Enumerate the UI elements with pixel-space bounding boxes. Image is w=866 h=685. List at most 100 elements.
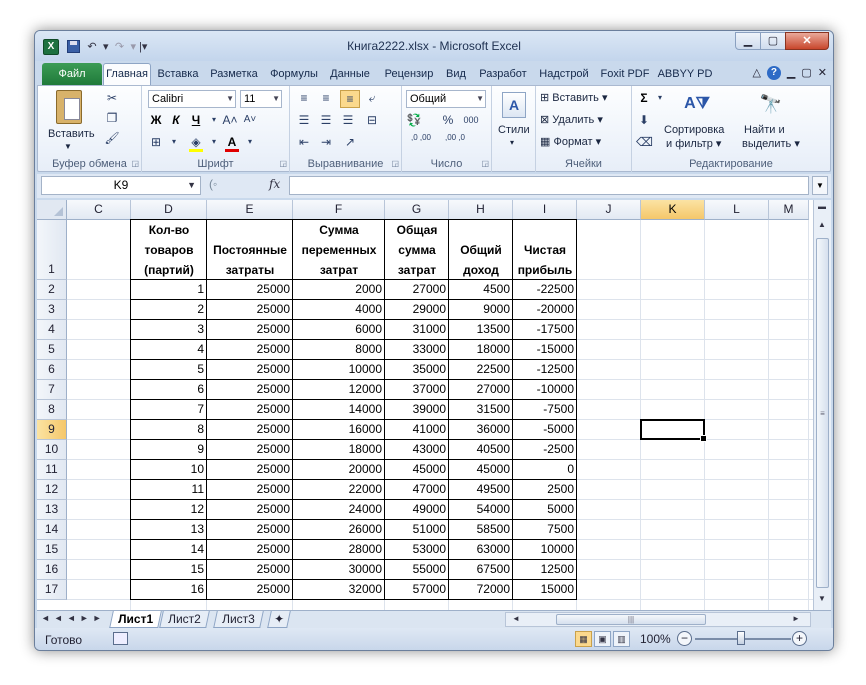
cell-e5[interactable]: 25000	[207, 340, 293, 360]
workbook-minimize-icon[interactable]: ▁	[787, 66, 795, 80]
cell-i7[interactable]: -10000	[513, 380, 577, 400]
find-select-line1[interactable]: Найти и	[744, 124, 785, 136]
row-header-3[interactable]: 3	[37, 300, 67, 320]
row-header-16[interactable]: 16	[37, 560, 67, 580]
font-color-dropdown-icon[interactable]: ▾	[242, 134, 258, 150]
column-header-e[interactable]: E	[207, 200, 293, 220]
borders-dropdown-icon[interactable]: ▾	[166, 134, 182, 150]
header-cell-g[interactable]: Общая сумма затрат	[385, 220, 449, 280]
styles-dropdown-icon[interactable]: ▾	[510, 138, 514, 147]
cell-g16[interactable]: 55000	[385, 560, 449, 580]
cell-g7[interactable]: 37000	[385, 380, 449, 400]
cell-g17[interactable]: 57000	[385, 580, 449, 600]
cell-i3[interactable]: -20000	[513, 300, 577, 320]
header-cell-h[interactable]: Общий доход	[449, 240, 513, 280]
cell-i15[interactable]: 10000	[513, 540, 577, 560]
find-select-icon[interactable]: 🔭	[756, 90, 786, 120]
fill-color-icon[interactable]: ◈	[188, 134, 204, 152]
sort-filter-line2[interactable]: и фильтр ▾	[666, 137, 721, 150]
column-header-i[interactable]: I	[513, 200, 577, 220]
row-header-7[interactable]: 7	[37, 380, 67, 400]
macro-record-icon[interactable]	[113, 632, 128, 645]
cell-i12[interactable]: 2500	[513, 480, 577, 500]
zoom-level[interactable]: 100%	[640, 632, 671, 646]
increase-indent-icon[interactable]: ⇥	[318, 134, 334, 150]
cell-e17[interactable]: 25000	[207, 580, 293, 600]
header-cell-f[interactable]: Сумма переменных затрат	[293, 220, 385, 280]
row-header-15[interactable]: 15	[37, 540, 67, 560]
cell-h7[interactable]: 27000	[449, 380, 513, 400]
cell-d5[interactable]: 4	[131, 340, 207, 360]
row-header-5[interactable]: 5	[37, 340, 67, 360]
scroll-up-icon[interactable]: ▲	[814, 220, 830, 229]
cell-d4[interactable]: 3	[131, 320, 207, 340]
cell-i8[interactable]: -7500	[513, 400, 577, 420]
styles-icon[interactable]: A	[502, 92, 526, 118]
tab-developer[interactable]: Разработ	[475, 65, 531, 85]
column-header-m[interactable]: M	[769, 200, 809, 220]
vertical-scrollbar[interactable]: ▬ ▲ ≡ ▼	[813, 200, 831, 610]
row-header-13[interactable]: 13	[37, 500, 67, 520]
align-left-icon[interactable]: ☰	[296, 112, 312, 128]
workbook-restore-icon[interactable]: ▢	[801, 66, 811, 80]
tab-abbyy-pdf[interactable]: ABBYY PD	[657, 65, 713, 85]
cell-e4[interactable]: 25000	[207, 320, 293, 340]
align-bottom-icon[interactable]: ≡	[340, 90, 360, 108]
cell-i5[interactable]: -15000	[513, 340, 577, 360]
cell-h12[interactable]: 49500	[449, 480, 513, 500]
cell-g9[interactable]: 41000	[385, 420, 449, 440]
cell-h3[interactable]: 9000	[449, 300, 513, 320]
workbook-close-icon[interactable]: ✕	[818, 66, 827, 80]
cell-i10[interactable]: -2500	[513, 440, 577, 460]
name-box-dropdown-icon[interactable]: ▼	[187, 177, 196, 194]
styles-button[interactable]: Стили	[498, 124, 530, 136]
select-all-corner[interactable]	[37, 200, 67, 220]
delete-cells-button[interactable]: ⊠ Удалить ▾	[540, 113, 603, 126]
scroll-down-icon[interactable]: ▼	[814, 594, 830, 603]
cell-h5[interactable]: 18000	[449, 340, 513, 360]
cell-h15[interactable]: 63000	[449, 540, 513, 560]
help-icon[interactable]: ?	[766, 66, 781, 80]
cell-e3[interactable]: 25000	[207, 300, 293, 320]
borders-icon[interactable]: ⊞	[148, 134, 164, 150]
cell-e8[interactable]: 25000	[207, 400, 293, 420]
formula-input[interactable]	[289, 176, 809, 195]
maximize-button[interactable]: ▢	[760, 32, 786, 50]
tab-formulas[interactable]: Формулы	[267, 65, 321, 85]
percent-style-button[interactable]: %	[440, 112, 456, 128]
cut-icon[interactable]: ✂	[104, 90, 120, 106]
zoom-slider-knob[interactable]	[737, 631, 745, 645]
tab-addins[interactable]: Надстрой	[537, 65, 591, 85]
cell-e7[interactable]: 25000	[207, 380, 293, 400]
clipboard-launcher-icon[interactable]: ◲	[131, 159, 139, 168]
cell-e10[interactable]: 25000	[207, 440, 293, 460]
header-cell-i[interactable]: Чистая прибыль	[513, 240, 577, 280]
cell-d6[interactable]: 5	[131, 360, 207, 380]
cell-f12[interactable]: 22000	[293, 480, 385, 500]
cell-d9[interactable]: 8	[131, 420, 207, 440]
expand-formula-bar-icon[interactable]: ▼	[812, 176, 828, 195]
cell-d15[interactable]: 14	[131, 540, 207, 560]
cell-e12[interactable]: 25000	[207, 480, 293, 500]
close-button[interactable]: ✕	[785, 32, 829, 50]
italic-button[interactable]: К	[168, 112, 184, 128]
cell-d12[interactable]: 11	[131, 480, 207, 500]
sort-filter-line1[interactable]: Сортировка	[664, 124, 724, 136]
worksheet-grid[interactable]: C D E F G H I J K L M 1 2 3 4 5 6 7 8 9 10 11 12 13 14 15 16 17 Кол-…	[37, 200, 831, 610]
cell-e14[interactable]: 25000	[207, 520, 293, 540]
cell-g8[interactable]: 39000	[385, 400, 449, 420]
zoom-out-button[interactable]: −	[677, 631, 692, 646]
column-header-h[interactable]: H	[449, 200, 513, 220]
sheet-nav-icons[interactable]: ◄◄◄►►	[41, 613, 106, 623]
active-cell-k9[interactable]	[640, 419, 707, 442]
tab-review[interactable]: Рецензир	[381, 65, 437, 85]
cell-h17[interactable]: 72000	[449, 580, 513, 600]
merge-center-icon[interactable]: ⊟	[364, 112, 380, 128]
cell-f10[interactable]: 18000	[293, 440, 385, 460]
cell-i4[interactable]: -17500	[513, 320, 577, 340]
cell-e2[interactable]: 25000	[207, 280, 293, 300]
column-header-f[interactable]: F	[293, 200, 385, 220]
cell-f9[interactable]: 16000	[293, 420, 385, 440]
cell-f6[interactable]: 10000	[293, 360, 385, 380]
scroll-left-icon[interactable]: ◄	[508, 614, 524, 623]
